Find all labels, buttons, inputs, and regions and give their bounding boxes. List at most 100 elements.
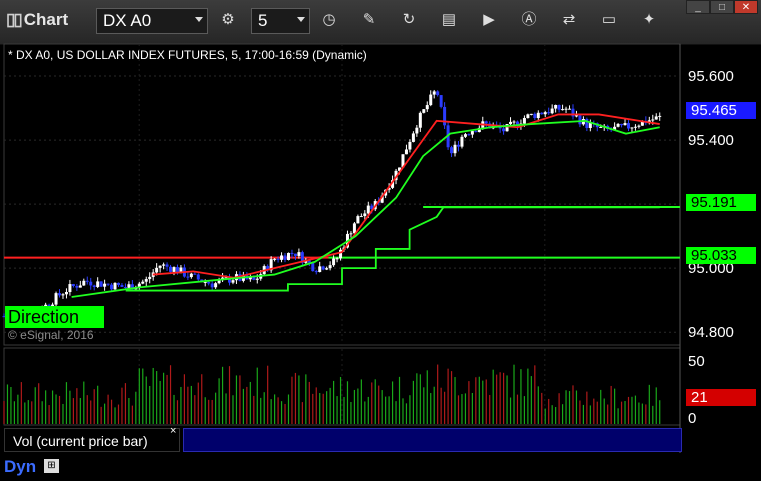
candle-body <box>363 213 367 217</box>
candle-body <box>651 119 655 121</box>
candle-body <box>432 91 436 95</box>
candle-body <box>637 125 641 127</box>
candle-body <box>106 283 110 285</box>
lock-icon[interactable]: ⊞ <box>44 459 59 473</box>
level-tag-lower: 95.033 <box>686 247 756 264</box>
candle-body <box>658 115 662 117</box>
candle-body <box>418 112 422 128</box>
candle-body <box>425 105 429 110</box>
candle-body <box>318 266 322 273</box>
candle-body <box>158 265 162 268</box>
candle-body <box>547 112 551 114</box>
candle-body <box>210 283 214 288</box>
candle-body <box>169 266 173 272</box>
candle-body <box>630 127 634 129</box>
candle-body <box>99 281 103 287</box>
candle-body <box>620 123 624 126</box>
candle-body <box>484 121 488 124</box>
candle-body <box>456 144 460 147</box>
candle-body <box>193 273 197 275</box>
candle-body <box>186 276 190 278</box>
candle-body <box>404 149 408 155</box>
candle-body <box>429 94 433 106</box>
candle-body <box>116 282 120 286</box>
candle-body <box>162 264 166 266</box>
candle-body <box>366 205 370 214</box>
candle-body <box>349 233 353 235</box>
candle-body <box>283 255 287 260</box>
candle-body <box>96 281 100 287</box>
y-tick-label: 94.800 <box>688 324 734 341</box>
candle-body <box>599 126 603 128</box>
candle-body <box>460 136 464 147</box>
candle-body <box>339 249 343 259</box>
volume-tick-label: 0 <box>688 410 696 427</box>
candle-body <box>321 266 325 270</box>
volume-tick-label: 50 <box>688 353 705 370</box>
candle-body <box>654 116 658 120</box>
candle-body <box>207 281 211 284</box>
candle-body <box>120 285 124 287</box>
candle-body <box>68 284 72 293</box>
candle-body <box>75 285 79 288</box>
candle-body <box>314 271 318 273</box>
candle-body <box>543 112 547 115</box>
candle-body <box>255 278 259 280</box>
y-tick-label: 95.600 <box>688 68 734 85</box>
candle-body <box>411 133 415 142</box>
candle-body <box>436 91 440 96</box>
candle-body <box>71 284 75 286</box>
candle-body <box>103 283 107 287</box>
time-axis-bar <box>0 453 761 481</box>
level-tag-upper: 95.191 <box>686 194 756 211</box>
candle-body <box>502 128 506 132</box>
candle-body <box>311 262 315 272</box>
candle-body <box>536 112 540 119</box>
close-study-icon[interactable]: × <box>170 425 176 437</box>
candle-body <box>474 131 478 133</box>
candle-body <box>332 258 336 266</box>
direction-label: Direction <box>5 306 104 328</box>
candle-body <box>463 134 467 137</box>
candle-body <box>141 281 145 284</box>
candle-body <box>144 279 148 282</box>
candle-body <box>557 104 561 110</box>
candle-body <box>64 292 68 295</box>
volume-tag: 21 <box>686 389 756 406</box>
candle-body <box>453 144 457 154</box>
candle-body <box>564 108 568 110</box>
candle-body <box>231 280 235 283</box>
candle-body <box>290 252 294 254</box>
candle-body <box>561 109 565 111</box>
dynamic-mode-label[interactable]: Dyn <box>4 457 36 477</box>
candle-body <box>616 123 620 127</box>
candle-body <box>61 294 65 296</box>
esignal-watermark: © eSignal, 2016 <box>8 328 94 342</box>
candle-body <box>540 112 544 115</box>
candle-body <box>626 123 630 129</box>
candle-body <box>127 284 131 288</box>
candle-body <box>470 131 474 135</box>
candle-body <box>110 284 114 290</box>
candle-body <box>123 286 127 288</box>
volume-study-label[interactable]: Vol (current price bar) <box>4 428 180 452</box>
candle-body <box>554 104 558 109</box>
candle-body <box>189 273 193 278</box>
candle-body <box>113 282 117 290</box>
candle-body <box>408 141 412 150</box>
candle-body <box>196 274 200 280</box>
candle-body <box>512 121 516 123</box>
candle-body <box>422 109 426 113</box>
candle-body <box>165 264 169 267</box>
candle-body <box>588 123 592 128</box>
candle-body <box>450 147 454 154</box>
candle-body <box>533 113 537 119</box>
candle-body <box>273 258 277 260</box>
candle-body <box>58 293 62 296</box>
candle-body <box>623 123 627 126</box>
candle-body <box>352 223 356 234</box>
candle-body <box>526 114 530 118</box>
candle-body <box>415 127 419 134</box>
last-price-tag: 95.465 <box>686 102 756 119</box>
price-chart[interactable]: 95.60095.40095.20095.00094.80050004:0008… <box>0 0 761 481</box>
